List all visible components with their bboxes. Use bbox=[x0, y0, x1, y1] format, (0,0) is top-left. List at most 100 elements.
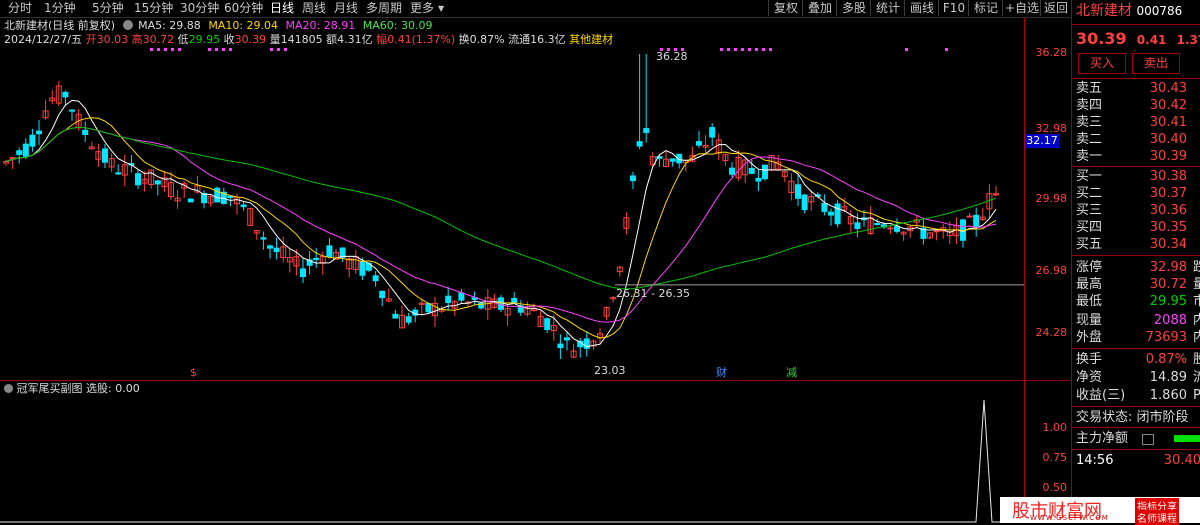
watermark-banner: 股市财富网 指标分享 名师课程 WWW.GSCFW.COM bbox=[1000, 497, 1200, 525]
main-net-row: 主力净额 bbox=[1076, 430, 1200, 447]
tab-multi-period[interactable]: 多周期 bbox=[366, 1, 402, 16]
bid-label: 买一 bbox=[1076, 169, 1103, 184]
candle-body bbox=[115, 172, 122, 175]
candle-body bbox=[82, 129, 89, 136]
candle-body bbox=[748, 167, 755, 174]
tab-30min[interactable]: 30分钟 bbox=[180, 1, 219, 16]
candle-body bbox=[729, 167, 735, 175]
stat-value: 29.95 bbox=[1149, 294, 1187, 309]
ma-legend: 北新建材(日线 前复权) MA5: 29.88 MA10: 29.04 MA20… bbox=[4, 19, 432, 33]
stat-edge: 内 bbox=[1193, 313, 1200, 328]
watermark-url: WWW.GSCFW.COM bbox=[1030, 514, 1109, 522]
candle-body bbox=[669, 158, 676, 162]
stat-label: 外盘 bbox=[1076, 330, 1103, 345]
stat-row: 最低 29.95 市 bbox=[1076, 293, 1200, 310]
table-icon[interactable] bbox=[1142, 434, 1154, 445]
divider bbox=[1072, 406, 1200, 407]
bid-label: 买二 bbox=[1076, 186, 1103, 201]
subchart-select: 选股: 0.00 bbox=[86, 382, 140, 395]
candle-body bbox=[135, 173, 141, 186]
candle-body bbox=[636, 141, 643, 147]
tab-more[interactable]: 更多 bbox=[410, 1, 434, 16]
indicator-subchart[interactable] bbox=[0, 396, 1024, 523]
stat-row: 换手 0.87% 股 bbox=[1076, 351, 1200, 368]
stat-value: 2088 bbox=[1153, 313, 1187, 328]
draw-line-button[interactable]: 画线 bbox=[904, 0, 939, 16]
statistics-button[interactable]: 统计 bbox=[870, 0, 905, 16]
ask-price: 30.43 bbox=[1149, 81, 1187, 96]
stat-edge: 跌 bbox=[1193, 260, 1200, 275]
divider bbox=[1072, 166, 1200, 167]
ask-label: 卖五 bbox=[1076, 81, 1103, 96]
candle-body bbox=[326, 245, 333, 257]
sell-button[interactable]: 卖出 bbox=[1132, 53, 1180, 74]
ask-label: 卖四 bbox=[1076, 98, 1103, 113]
tab-60min[interactable]: 60分钟 bbox=[224, 1, 263, 16]
stat-row: 涨停 32.98 跌 bbox=[1076, 259, 1200, 276]
range-marker-label: 26.31 - 26.35 bbox=[616, 287, 690, 300]
stat-edge: PI bbox=[1193, 388, 1200, 403]
candle-body bbox=[392, 313, 399, 319]
add-watchlist-button[interactable]: +自选 bbox=[1002, 0, 1041, 16]
bid-row: 买一 30.38 bbox=[1076, 168, 1200, 185]
axis-label: 26.98 bbox=[1035, 264, 1068, 277]
stat-edge: 内 bbox=[1193, 330, 1200, 345]
divider bbox=[1072, 24, 1200, 25]
signal-dot bbox=[284, 48, 287, 51]
stat-row: 现量 2088 内 bbox=[1076, 312, 1200, 329]
bid-price: 30.37 bbox=[1149, 186, 1187, 201]
signal-dot bbox=[762, 48, 765, 51]
candle-body bbox=[973, 214, 980, 227]
current-price-tag: 32.17 bbox=[1025, 134, 1059, 148]
candle-body bbox=[966, 215, 973, 218]
signal-dot bbox=[748, 48, 751, 51]
ask-row: 卖一 30.39 bbox=[1076, 148, 1200, 165]
signal-dot bbox=[755, 48, 758, 51]
buy-button[interactable]: 买入 bbox=[1078, 53, 1126, 74]
subchart-name: 冠军尾买副图 bbox=[16, 382, 83, 395]
signal-dot bbox=[727, 48, 730, 51]
mark-button[interactable]: 标记 bbox=[968, 0, 1003, 16]
ask-price: 30.41 bbox=[1149, 115, 1187, 130]
stat-label: 现量 bbox=[1076, 313, 1103, 328]
chart-title: 北新建材(日线 前复权) bbox=[4, 19, 116, 32]
candle-body bbox=[240, 204, 247, 208]
chevron-down-icon[interactable]: ▼ bbox=[438, 4, 444, 13]
tab-weekly[interactable]: 周线 bbox=[302, 1, 326, 16]
divider bbox=[1072, 78, 1200, 79]
stat-edge: 流 bbox=[1193, 370, 1200, 385]
back-button[interactable]: 返回 bbox=[1040, 0, 1071, 16]
main-net-label: 主力净额 bbox=[1076, 431, 1129, 446]
tab-5min[interactable]: 5分钟 bbox=[92, 1, 124, 16]
tab-daily[interactable]: 日线 bbox=[270, 1, 294, 16]
candle-body bbox=[36, 130, 42, 135]
f10-button[interactable]: F10 bbox=[938, 0, 969, 16]
candle-body bbox=[62, 91, 69, 98]
signal-dot bbox=[741, 48, 744, 51]
settings-dot-icon[interactable] bbox=[4, 384, 13, 393]
bid-label: 买四 bbox=[1076, 220, 1103, 235]
event-marker: 减 bbox=[786, 366, 797, 379]
candle-body bbox=[874, 223, 881, 226]
tab-15min[interactable]: 15分钟 bbox=[134, 1, 173, 16]
multi-stock-button[interactable]: 多股 bbox=[836, 0, 871, 16]
trade-status-text: 交易状态: 闭市阶段 bbox=[1076, 410, 1189, 425]
divider bbox=[1072, 449, 1200, 450]
stock-code: 000786 bbox=[1136, 4, 1183, 18]
candle-body bbox=[544, 318, 551, 331]
overlay-button[interactable]: 叠加 bbox=[802, 0, 837, 16]
candle-body bbox=[630, 175, 636, 182]
fuquan-button[interactable]: 复权 bbox=[768, 0, 803, 16]
tab-1min[interactable]: 1分钟 bbox=[44, 1, 76, 16]
stat-edge: 量 bbox=[1193, 277, 1200, 292]
tab-fenshi[interactable]: 分时 bbox=[8, 1, 32, 16]
settings-dot-icon[interactable] bbox=[122, 20, 133, 30]
candle-body bbox=[313, 257, 320, 261]
candle-body bbox=[834, 203, 841, 225]
candle-body bbox=[154, 180, 161, 185]
ma60-value: MA60: 30.09 bbox=[362, 19, 433, 32]
tab-monthly[interactable]: 月线 bbox=[334, 1, 358, 16]
price-change: 0.41 bbox=[1136, 33, 1167, 47]
stat-label: 净资 bbox=[1076, 370, 1103, 385]
candlestick-chart[interactable]: 36.28 23.03 26.31 - 26.35 $ 财 减 bbox=[0, 40, 1024, 380]
